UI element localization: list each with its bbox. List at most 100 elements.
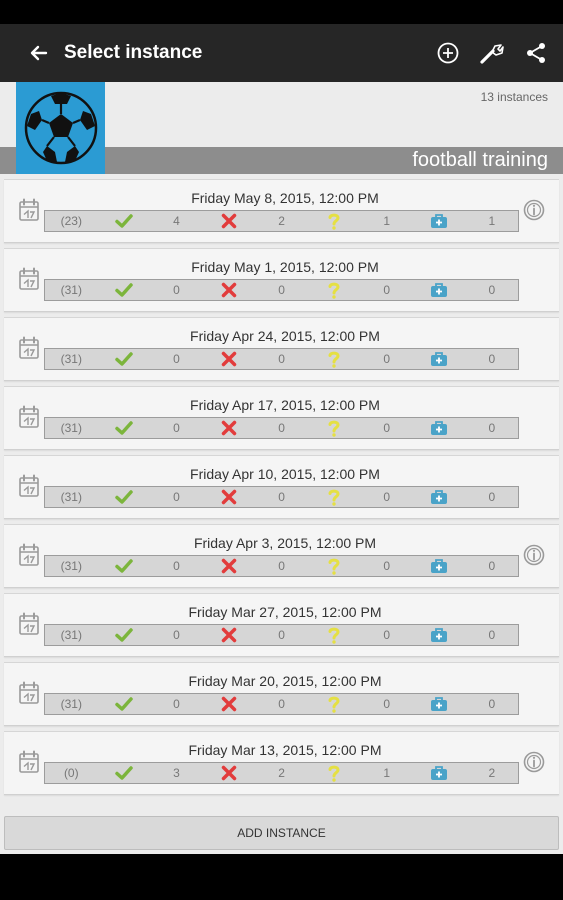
maybe-count: 0 <box>383 559 390 573</box>
calendar-icon <box>18 543 40 567</box>
attendance-summary: (31) 0 0 0 0 <box>44 693 519 715</box>
present-count: 0 <box>173 421 180 435</box>
cross-icon <box>203 349 256 369</box>
absent-count: 0 <box>278 283 285 297</box>
present-count: 0 <box>173 490 180 504</box>
maybe-count: 0 <box>383 352 390 366</box>
total-count: (31) <box>60 421 82 435</box>
maybe-count: 1 <box>383 214 390 228</box>
present-count: 0 <box>173 628 180 642</box>
check-icon <box>98 763 151 783</box>
present-count: 0 <box>173 283 180 297</box>
add-instance-button[interactable]: ADD INSTANCE <box>4 816 559 850</box>
check-icon <box>98 280 151 300</box>
question-icon <box>308 211 361 231</box>
attendance-summary: (31) 0 0 0 0 <box>44 624 519 646</box>
calendar-icon <box>18 474 40 498</box>
question-icon <box>308 694 361 714</box>
present-count: 0 <box>173 559 180 573</box>
absent-count: 0 <box>278 697 285 711</box>
status-bar <box>0 0 563 24</box>
activity-header: football training 13 instances <box>0 82 563 174</box>
info-icon[interactable] <box>523 751 545 773</box>
instance-count: 13 instances <box>480 90 548 104</box>
excused-count: 0 <box>488 559 496 573</box>
instance-date: Friday Apr 24, 2015, 12:00 PM <box>190 328 380 344</box>
absent-count: 2 <box>278 766 285 780</box>
cross-icon <box>203 625 256 645</box>
instance-row[interactable]: Friday Apr 10, 2015, 12:00 PM (31) 0 0 0 0 <box>4 455 559 519</box>
instance-row[interactable]: Friday Apr 24, 2015, 12:00 PM (31) 0 0 0 0 <box>4 317 559 381</box>
excused-count: 0 <box>488 283 496 297</box>
instance-row[interactable]: Friday May 8, 2015, 12:00 PM (23) 4 2 1 1 <box>4 179 559 243</box>
check-icon <box>98 694 151 714</box>
cross-icon <box>203 418 256 438</box>
check-icon <box>98 211 151 231</box>
total-count: (0) <box>63 766 79 780</box>
excused-count: 1 <box>488 214 496 228</box>
total-count: (31) <box>60 283 82 297</box>
maybe-count: 0 <box>383 283 390 297</box>
calendar-icon <box>18 681 40 705</box>
instance-row[interactable]: Friday Apr 3, 2015, 12:00 PM (31) 0 0 0 0 <box>4 524 559 588</box>
activity-name: football training <box>412 149 548 171</box>
check-icon <box>98 418 151 438</box>
absent-count: 0 <box>278 628 285 642</box>
maybe-count: 1 <box>383 766 390 780</box>
absent-count: 0 <box>278 490 285 504</box>
excused-count: 0 <box>488 697 496 711</box>
calendar-icon <box>18 198 40 222</box>
maybe-count: 0 <box>383 628 390 642</box>
check-icon <box>98 625 151 645</box>
info-icon[interactable] <box>523 544 545 566</box>
medical-bag-icon <box>413 211 466 231</box>
question-icon <box>308 487 361 507</box>
instance-row[interactable]: Friday Mar 20, 2015, 12:00 PM (31) 0 0 0 0 <box>4 662 559 726</box>
instance-row[interactable]: Friday Apr 17, 2015, 12:00 PM (31) 0 0 0 0 <box>4 386 559 450</box>
cross-icon <box>203 280 256 300</box>
question-icon <box>308 349 361 369</box>
wrench-icon[interactable] <box>475 36 509 70</box>
medical-bag-icon <box>413 349 466 369</box>
instance-row[interactable]: Friday Mar 27, 2015, 12:00 PM (31) 0 0 0 0 <box>4 593 559 657</box>
total-count: (31) <box>60 697 82 711</box>
page-title: Select instance <box>64 42 203 63</box>
calendar-icon <box>18 405 40 429</box>
total-count: (31) <box>60 352 82 366</box>
attendance-summary: (23) 4 2 1 1 <box>44 210 519 232</box>
back-arrow-icon[interactable] <box>24 38 54 68</box>
medical-bag-icon <box>413 694 466 714</box>
absent-count: 0 <box>278 559 285 573</box>
excused-count: 2 <box>488 766 496 780</box>
navigation-bar <box>0 854 563 900</box>
check-icon <box>98 487 151 507</box>
instance-row[interactable]: Friday May 1, 2015, 12:00 PM (31) 0 0 0 0 <box>4 248 559 312</box>
calendar-icon <box>18 267 40 291</box>
check-icon <box>98 349 151 369</box>
share-icon[interactable] <box>519 36 553 70</box>
question-icon <box>308 625 361 645</box>
medical-bag-icon <box>413 280 466 300</box>
present-count: 0 <box>173 697 180 711</box>
info-icon[interactable] <box>523 199 545 221</box>
add-circle-icon[interactable] <box>431 36 465 70</box>
question-icon <box>308 418 361 438</box>
excused-count: 0 <box>488 421 496 435</box>
cross-icon <box>203 487 256 507</box>
absent-count: 0 <box>278 421 285 435</box>
excused-count: 0 <box>488 490 496 504</box>
total-count: (31) <box>60 628 82 642</box>
total-count: (23) <box>60 214 82 228</box>
instance-list: Friday May 8, 2015, 12:00 PM (23) 4 2 1 1 Frid… <box>0 174 563 795</box>
instance-row[interactable]: Friday Mar 13, 2015, 12:00 PM (0) 3 2 1 2 <box>4 731 559 795</box>
maybe-count: 0 <box>383 490 390 504</box>
excused-count: 0 <box>488 628 496 642</box>
cross-icon <box>203 211 256 231</box>
instance-date: Friday Mar 13, 2015, 12:00 PM <box>188 742 382 758</box>
instance-date: Friday Mar 20, 2015, 12:00 PM <box>188 673 382 689</box>
instance-date: Friday May 8, 2015, 12:00 PM <box>191 190 379 206</box>
absent-count: 2 <box>278 214 285 228</box>
medical-bag-icon <box>413 763 466 783</box>
instance-date: Friday Mar 27, 2015, 12:00 PM <box>188 604 382 620</box>
present-count: 3 <box>173 766 180 780</box>
